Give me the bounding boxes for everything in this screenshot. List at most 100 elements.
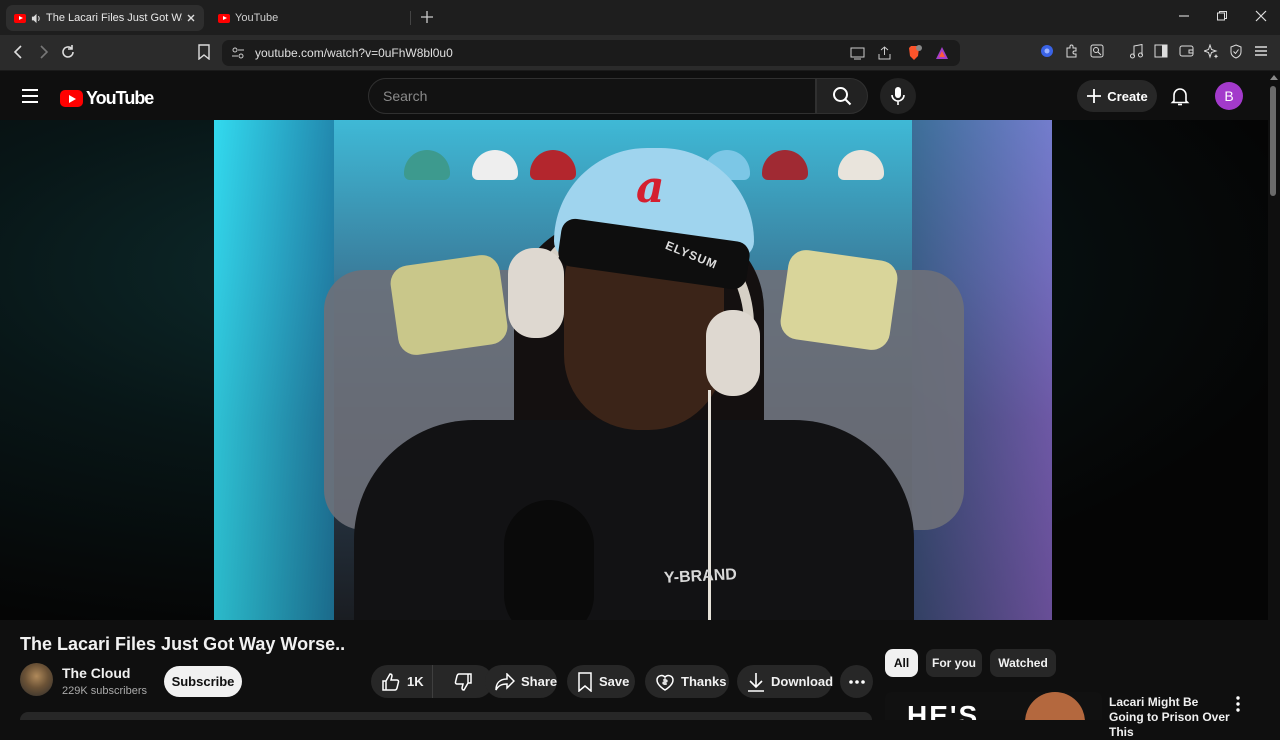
sidebar-toggle-icon[interactable] [1154,44,1168,58]
minimize-icon[interactable] [1178,10,1190,22]
search-input[interactable] [383,88,803,104]
save-button[interactable]: Save [567,665,635,698]
voice-search-button[interactable] [880,78,916,114]
thumbs-down-icon [453,672,473,692]
thanks-button[interactable]: Thanks [645,665,729,698]
notifications-bell-icon[interactable] [1170,86,1190,106]
thanks-label: Thanks [681,674,727,689]
download-label: Download [771,674,834,689]
more-vertical-icon[interactable] [1236,696,1240,712]
thumbs-up-icon [381,672,401,692]
logo-text: YouTube [86,88,154,108]
subscriber-count: 229K subscribers [62,685,147,697]
account-avatar[interactable]: B [1215,82,1243,110]
brave-rewards-icon[interactable] [934,45,950,61]
vpn-icon[interactable] [1040,44,1054,58]
youtube-logo[interactable]: YouTube [60,88,154,109]
privacy-shield-icon[interactable] [1229,44,1243,59]
forward-icon[interactable] [35,44,51,60]
hamburger-menu-icon[interactable] [21,88,39,104]
browser-menu-icon[interactable] [1254,44,1268,58]
subscribe-button[interactable]: Subscribe [164,666,242,697]
video-scene-hat [762,150,808,180]
video-title: The Lacari Files Just Got Way Worse.. [20,634,346,654]
bookmark-icon[interactable] [197,44,211,60]
youtube-play-icon [60,90,83,107]
super-thanks-icon [655,672,675,692]
video-scene-microphone [504,500,594,620]
wallet-icon[interactable] [1179,44,1194,58]
scroll-up-arrow-icon[interactable] [1270,75,1278,80]
video-scene-hat [838,150,884,180]
video-scene-hat [530,150,576,180]
search-button[interactable] [816,78,868,114]
chip-for-you[interactable]: For you [926,649,982,677]
tab-video[interactable]: The Lacari Files Just Got Way Worse.. [6,5,204,31]
speaker-icon[interactable] [31,13,42,24]
cap-logo-letter: a [636,162,665,213]
share-button[interactable]: Share [485,665,557,698]
thumbnail-text: HE'S [907,700,980,720]
leo-ai-icon[interactable] [1204,44,1219,59]
download-button[interactable]: Download [737,665,834,698]
address-bar[interactable]: youtube.com/watch?v=0uFhW8bl0u0 [222,40,960,66]
save-label: Save [599,674,630,689]
media-icon[interactable] [1129,44,1144,59]
url-text[interactable]: youtube.com/watch?v=0uFhW8bl0u0 [255,46,453,60]
like-dislike-group: 1K [371,665,493,698]
video-scene-hat [472,150,518,180]
search-box[interactable] [368,78,816,114]
recommended-video-title[interactable]: Lacari Might Be Going to Prison Over Thi… [1109,695,1234,740]
youtube-favicon-icon [14,13,26,23]
video-scene-hat [404,150,450,180]
like-count: 1K [407,674,424,689]
cast-icon[interactable] [850,46,865,60]
more-horizontal-icon [848,679,865,684]
chip-watched[interactable]: Watched [990,649,1056,677]
video-scene-headphone [508,248,564,338]
more-actions-button[interactable] [840,665,873,698]
back-icon[interactable] [11,44,27,60]
share-arrow-icon [495,672,515,691]
tab-title: YouTube [235,12,279,24]
share-page-icon[interactable] [877,46,892,60]
channel-name[interactable]: The Cloud [62,665,130,681]
video-player[interactable]: a ELYSUM Y-BRAND [214,120,1052,620]
close-tab-icon[interactable] [186,13,196,23]
youtube-favicon-icon [218,13,230,23]
like-button[interactable]: 1K [371,665,433,698]
new-tab-icon[interactable] [420,10,434,24]
bookmark-save-icon [577,671,593,692]
search-icon [832,86,852,106]
brave-shields-icon[interactable] [906,45,922,61]
dislike-button[interactable] [433,665,493,698]
scroll-thumb[interactable] [1270,86,1276,196]
video-scene-headphone [706,310,760,396]
microphone-icon [890,86,906,106]
plus-icon [1086,88,1102,104]
site-settings-icon[interactable] [231,46,245,60]
create-label: Create [1107,88,1148,104]
page-scrollbar[interactable] [1268,72,1280,720]
browser-toolbar: youtube.com/watch?v=0uFhW8bl0u0 [0,35,1280,71]
close-window-icon[interactable] [1255,10,1267,22]
video-scene-light-left [214,120,334,620]
description-box[interactable] [20,712,872,720]
recommended-video-thumbnail[interactable]: HE'S [885,692,1102,720]
restore-icon[interactable] [1216,10,1228,22]
video-scene-pillow [388,252,510,358]
download-icon [747,672,765,692]
extensions-icon[interactable] [1065,44,1080,59]
tab-youtube[interactable]: YouTube [210,5,410,31]
browser-tabstrip: The Lacari Files Just Got Way Worse.. Yo… [0,0,1280,35]
thumbnail-face [1025,692,1085,720]
youtube-header: YouTube Create B [0,72,1268,120]
reader-mode-icon[interactable] [1090,44,1104,58]
reload-icon[interactable] [60,44,76,60]
video-scene-pillow [778,247,900,353]
video-scene-person [354,420,914,620]
chip-all[interactable]: All [885,649,918,677]
channel-avatar[interactable] [20,663,53,696]
tab-title: The Lacari Files Just Got Way Worse.. [46,12,182,24]
create-button[interactable]: Create [1077,80,1157,112]
